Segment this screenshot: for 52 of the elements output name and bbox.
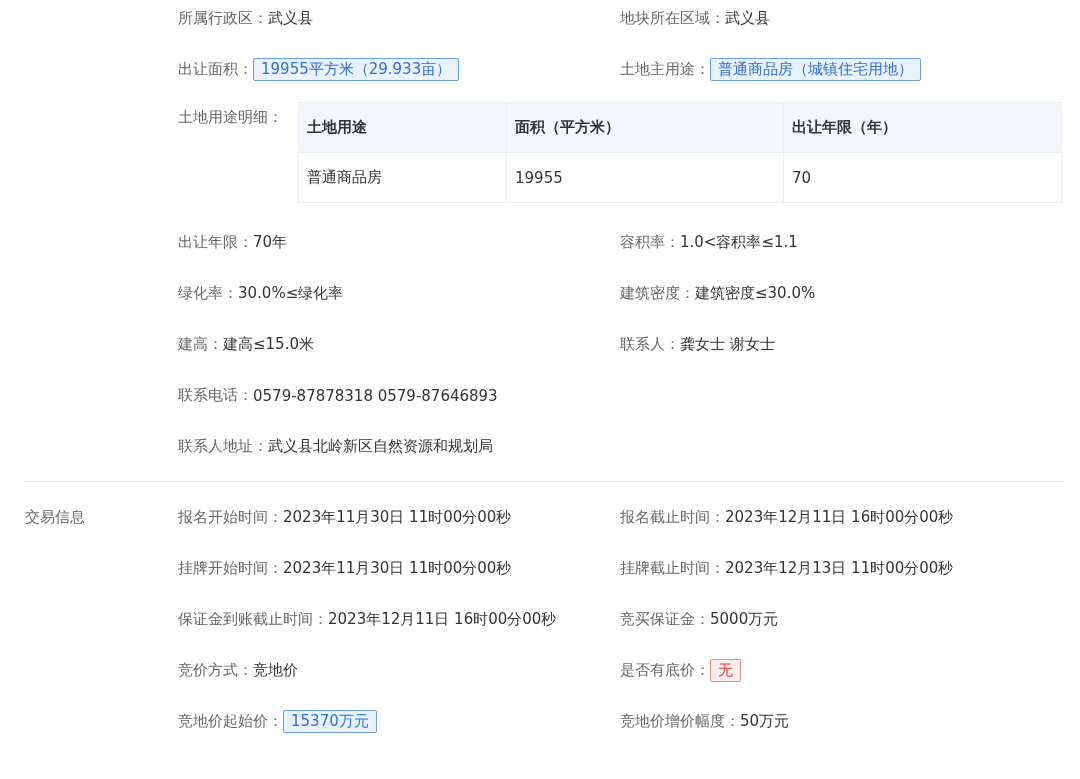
field-label: 绿化率：: [178, 284, 238, 303]
field-label: 竞地价增价幅度：: [620, 712, 740, 731]
field-value: 2023年12月11日 16时00分00秒: [328, 610, 557, 629]
field-label: 建高：: [178, 335, 223, 354]
field-value: 武义县北岭新区自然资源和规划局: [268, 437, 493, 456]
field-value: 建筑密度≤30.0%: [695, 284, 816, 303]
field-value: 0579-87878318 0579-87646893: [253, 386, 498, 405]
field-label: 联系人地址：: [178, 437, 268, 456]
field-value: 建高≤15.0米: [223, 335, 314, 354]
field-label: 地块所在区域：: [620, 9, 725, 28]
field-value: 2023年11月30日 11时00分00秒: [283, 559, 512, 578]
field-value: 龚女士 谢女士: [680, 335, 775, 354]
table-cell: 普通商品房: [298, 152, 507, 203]
field-value: 70年: [253, 233, 288, 252]
column-header: 面积（平方米）: [506, 102, 784, 153]
field-value: 武义县: [268, 9, 313, 28]
field-label: 出让年限：: [178, 233, 253, 252]
field-value: 竞地价: [253, 661, 298, 680]
field-label: 所属行政区：: [178, 9, 268, 28]
field-value: 5000万元: [710, 610, 779, 629]
field-value: 2023年11月30日 11时00分00秒: [283, 508, 512, 527]
value-tag: 19955平方米（29.933亩）: [253, 58, 460, 81]
table-cell: 70: [783, 152, 1062, 203]
field-label: 报名开始时间：: [178, 508, 283, 527]
field-label: 土地用途明细：: [178, 107, 284, 127]
field-label: 挂牌开始时间：: [178, 559, 283, 578]
field-label: 竞买保证金：: [620, 610, 710, 629]
field-label: 竞地价起始价：: [178, 712, 283, 731]
value-tag: 普通商品房（城镇住宅用地）: [710, 58, 921, 81]
field-label: 容积率：: [620, 233, 680, 252]
field-value: 2023年12月13日 11时00分00秒: [725, 559, 954, 578]
column-header: 出让年限（年）: [783, 102, 1062, 153]
field-value: 武义县: [725, 9, 770, 28]
field-value: 50万元: [740, 712, 790, 731]
section-label: 交易信息: [25, 507, 85, 528]
field-label: 出让面积：: [178, 60, 253, 79]
field-label: 报名截止时间：: [620, 508, 725, 527]
column-header: 土地用途: [298, 102, 507, 153]
field-label: 建筑密度：: [620, 284, 695, 303]
table-cell: 19955: [506, 152, 784, 203]
value-tag: 无: [710, 659, 741, 682]
value-tag: 15370万元: [283, 710, 377, 733]
field-label: 挂牌截止时间：: [620, 559, 725, 578]
field-value: 2023年12月11日 16时00分00秒: [725, 508, 954, 527]
field-label: 土地主用途：: [620, 60, 710, 79]
field-label: 保证金到账截止时间：: [178, 610, 328, 629]
field-label: 联系人：: [620, 335, 680, 354]
field-value: 1.0<容积率≤1.1: [680, 233, 798, 252]
field-label: 竞价方式：: [178, 661, 253, 680]
field-value: 30.0%≤绿化率: [238, 284, 344, 303]
field-label: 联系电话：: [178, 386, 253, 405]
field-label: 是否有底价：: [620, 661, 710, 680]
